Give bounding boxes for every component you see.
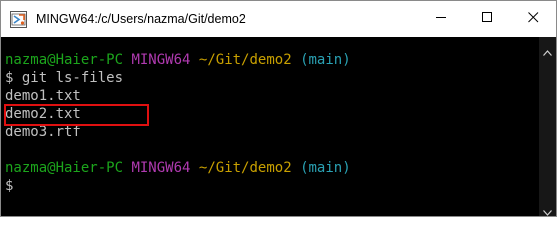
command-highlight-box bbox=[4, 104, 149, 126]
prompt-path: ~/Git/demo2 bbox=[198, 52, 292, 68]
maximize-icon bbox=[481, 10, 493, 28]
title-bar[interactable]: MINGW64:/c/Users/nazma/Git/demo2 bbox=[1, 1, 556, 37]
command-line: $ git ls-files bbox=[5, 70, 124, 86]
prompt-user-host: nazma@Haier-PC bbox=[5, 52, 124, 68]
prompt-branch: (main) bbox=[300, 52, 351, 68]
close-button[interactable] bbox=[510, 1, 556, 37]
prompt-path: ~/Git/demo2 bbox=[198, 160, 292, 176]
prompt-system: MINGW64 bbox=[131, 160, 191, 176]
close-icon bbox=[527, 10, 539, 28]
window-title: MINGW64:/c/Users/nazma/Git/demo2 bbox=[36, 12, 246, 26]
vertical-scrollbar[interactable] bbox=[539, 37, 556, 216]
cursor-prompt: $ bbox=[5, 178, 14, 194]
prompt-line: nazma@Haier-PC MINGW64 ~/Git/demo2 (main… bbox=[5, 159, 351, 177]
maximize-button[interactable] bbox=[464, 1, 510, 37]
prompt-system: MINGW64 bbox=[131, 52, 191, 68]
output-line: demo1.txt bbox=[5, 88, 81, 104]
scroll-down-arrow-icon[interactable] bbox=[543, 203, 552, 216]
terminal-window: MINGW64:/c/Users/nazma/Git/demo2 nazma@H… bbox=[0, 0, 557, 217]
prompt-user-host: nazma@Haier-PC bbox=[5, 160, 124, 176]
minimize-button[interactable] bbox=[418, 1, 464, 37]
minimize-icon bbox=[435, 10, 447, 28]
mingw-terminal-icon[interactable] bbox=[10, 11, 27, 28]
prompt-line: nazma@Haier-PC MINGW64 ~/Git/demo2 (main… bbox=[5, 51, 351, 69]
prompt-branch: (main) bbox=[300, 160, 351, 176]
scroll-up-arrow-icon[interactable] bbox=[543, 43, 552, 61]
terminal-output-area[interactable]: nazma@Haier-PC MINGW64 ~/Git/demo2 (main… bbox=[1, 37, 539, 216]
